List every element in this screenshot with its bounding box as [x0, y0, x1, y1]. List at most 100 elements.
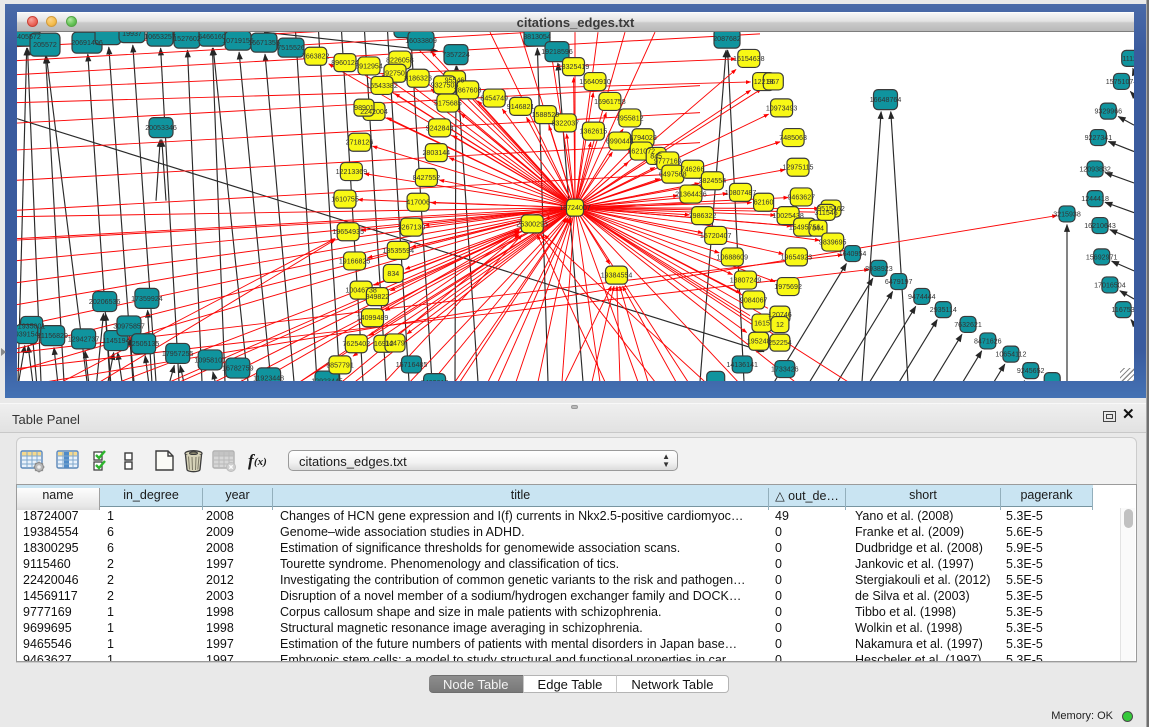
svg-text:92750: 92750 [385, 69, 405, 77]
svg-text:1640954: 1640954 [839, 250, 867, 258]
svg-text:11923448: 11923448 [253, 374, 284, 381]
svg-text:7663822: 7663822 [302, 52, 330, 60]
svg-text:6794028: 6794028 [629, 134, 657, 142]
svg-text:9146821: 9146821 [507, 102, 535, 110]
svg-text:25300293: 25300293 [516, 220, 548, 228]
svg-text:1733426: 1733426 [771, 365, 799, 373]
svg-text:10653257: 10653257 [144, 33, 176, 41]
svg-text:16671355: 16671355 [248, 39, 280, 47]
svg-text:8471626: 8471626 [974, 337, 1002, 345]
svg-text:14136141: 14136141 [726, 360, 758, 368]
svg-text:9474444: 9474444 [908, 292, 936, 300]
svg-text:19166825: 19166825 [339, 257, 371, 265]
svg-text:15751074: 15751074 [1106, 77, 1134, 85]
svg-text:21364436: 21364436 [675, 190, 707, 198]
svg-text:15692971: 15692971 [1086, 253, 1118, 261]
svg-text:844: 844 [812, 224, 824, 232]
svg-text:8427552: 8427552 [413, 173, 441, 181]
svg-text:1244418: 1244418 [1081, 195, 1109, 203]
svg-text:1588520: 1588520 [532, 111, 560, 119]
svg-text:18807249: 18807249 [730, 276, 762, 284]
svg-text:19654923: 19654923 [781, 253, 813, 261]
svg-text:10025438: 10025438 [772, 212, 804, 220]
svg-text:2718126: 2718126 [346, 138, 374, 146]
svg-text:20053346: 20053346 [145, 124, 177, 132]
svg-text:12975115: 12975115 [782, 163, 813, 171]
svg-text:9242848: 9242848 [426, 124, 454, 132]
svg-text:17957255: 17957255 [162, 349, 194, 357]
svg-text:1527602: 1527602 [173, 35, 201, 43]
svg-text:15716485: 15716485 [396, 360, 428, 368]
svg-text:8186323: 8186323 [404, 74, 432, 82]
svg-text:1615: 1615 [754, 319, 770, 327]
svg-text:12093832: 12093832 [1079, 165, 1111, 173]
svg-text:11156829: 11156829 [37, 332, 68, 340]
svg-text:16210643: 16210643 [1084, 222, 1116, 230]
svg-text:120746: 120746 [768, 311, 792, 319]
svg-text:16648764: 16648764 [870, 96, 902, 104]
svg-text:8912954: 8912954 [355, 62, 383, 70]
svg-text:17016504: 17016504 [1094, 281, 1126, 289]
svg-text:1362615: 1362615 [580, 127, 608, 135]
svg-text:10958107: 10958107 [194, 356, 226, 364]
svg-text:17359924: 17359924 [131, 294, 163, 302]
svg-text:10654112: 10654112 [995, 350, 1026, 358]
svg-text:3267130: 3267130 [398, 223, 426, 231]
svg-text:7986322: 7986322 [689, 212, 717, 220]
svg-text:1935001: 1935001 [18, 322, 46, 330]
svg-text:8322037: 8322037 [551, 119, 579, 127]
svg-text:6479197: 6479197 [885, 278, 913, 286]
svg-text:14479: 14479 [385, 339, 405, 347]
svg-text:7485063: 7485063 [779, 134, 807, 142]
svg-text:9463612: 9463612 [421, 379, 449, 382]
svg-text:8454749: 8454749 [480, 94, 508, 102]
svg-text:9084067: 9084067 [740, 296, 768, 304]
svg-text:13535594: 13535594 [383, 246, 415, 254]
svg-text:116753: 116753 [1112, 306, 1134, 314]
svg-text:12: 12 [776, 321, 784, 329]
svg-text:9839695: 9839695 [819, 238, 847, 246]
svg-text:16961758: 16961758 [594, 97, 626, 105]
svg-text:13325419: 13325419 [558, 63, 590, 71]
svg-text:7357224: 7357224 [442, 51, 470, 59]
svg-text:30975857: 30975857 [113, 322, 145, 330]
svg-text:746266: 746266 [681, 165, 705, 173]
svg-text:18724007: 18724007 [559, 204, 591, 212]
svg-text:311546: 311546 [815, 208, 838, 216]
svg-text:7625402: 7625402 [342, 340, 370, 348]
svg-text:12923445: 12923445 [311, 377, 343, 381]
svg-text:1405572: 1405572 [17, 33, 41, 41]
svg-text:1975692: 1975692 [774, 283, 802, 291]
svg-text:5175685: 5175685 [434, 99, 462, 107]
svg-text:417006: 417006 [406, 198, 430, 206]
svg-text:16782759: 16782759 [222, 364, 254, 372]
svg-text:9227341: 9227341 [1085, 134, 1113, 142]
svg-text:205572: 205572 [33, 41, 57, 49]
svg-text:(x): (x) [254, 456, 267, 468]
svg-text:2803144: 2803144 [422, 149, 450, 157]
svg-text:8813054: 8813054 [523, 33, 551, 41]
svg-text:10973493: 10973493 [766, 104, 798, 112]
svg-text:16640910: 16640910 [579, 78, 611, 86]
svg-text:20206536: 20206536 [89, 298, 121, 306]
svg-text:14099489: 14099489 [357, 314, 389, 322]
svg-text:967: 967 [767, 77, 779, 85]
svg-text:9329966: 9329966 [1094, 107, 1122, 115]
svg-text:19937: 19937 [122, 32, 142, 38]
svg-text:3824554: 3824554 [699, 177, 727, 185]
svg-text:949822: 949822 [366, 293, 390, 301]
svg-text:195248: 195248 [747, 337, 771, 345]
svg-text:8938923: 8938923 [865, 264, 893, 272]
svg-text:939154: 939154 [17, 330, 39, 338]
svg-text:7632621: 7632621 [954, 320, 982, 328]
svg-text:12505135: 12505135 [128, 340, 160, 348]
svg-text:16543382: 16543382 [366, 81, 398, 89]
svg-text:1112: 1112 [1122, 54, 1134, 62]
svg-text:9463627: 9463627 [787, 193, 815, 201]
svg-text:834: 834 [387, 269, 399, 277]
svg-text:9857791: 9857791 [326, 361, 354, 369]
svg-text:1610755: 1610755 [331, 195, 359, 203]
svg-text:19654935: 19654935 [332, 228, 364, 236]
svg-text:16154638: 16154638 [733, 54, 765, 62]
svg-text:7955812: 7955812 [616, 114, 644, 122]
